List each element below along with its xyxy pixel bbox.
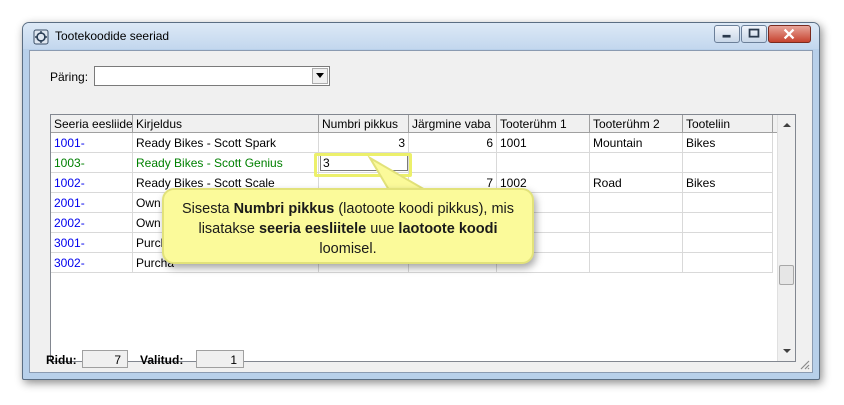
query-dropdown[interactable] [94,66,330,86]
rows-count-value: 7 [82,350,128,368]
table-cell-len[interactable]: 3 [319,133,409,153]
table-cell-line[interactable] [683,233,773,253]
table-cell-line[interactable]: Bikes [683,173,773,193]
table-cell-next[interactable]: 6 [409,133,497,153]
column-header-prefix[interactable]: Seeria eesliide [51,115,133,133]
callout-bold-2: seeria eesliitele [258,221,367,237]
table-cell-g2[interactable] [590,193,683,213]
title-bar[interactable]: Tootekoodide seeriad [23,23,819,49]
column-header-product-group-2[interactable]: Tooterühm 2 [590,115,683,133]
table-cell-line[interactable] [683,153,773,173]
table-cell-line[interactable]: Bikes [683,133,773,153]
table-cell-prefix[interactable]: 1001- [51,133,133,153]
scrollbar-thumb[interactable] [779,265,794,285]
table-cell-g2[interactable]: Mountain [590,133,683,153]
maximize-button[interactable] [741,25,767,43]
close-icon [783,28,795,40]
callout-bold-1: Numbri pikkus [233,201,335,217]
table-cell-prefix[interactable]: 3001- [51,233,133,253]
table-cell-g2[interactable] [590,153,683,173]
table-cell-g2[interactable] [590,213,683,233]
callout-text-3: uue [366,221,399,237]
resize-grip-icon[interactable] [798,358,810,370]
table-cell-prefix[interactable]: 2002- [51,213,133,233]
query-label: Päring: [50,70,89,84]
callout-bold-3: laotoote koodi [398,221,498,237]
column-header-number-length[interactable]: Numbri pikkus [319,115,409,133]
column-header-product-group-1[interactable]: Tooterühm 1 [497,115,590,133]
table-cell-prefix[interactable]: 1003- [51,153,133,173]
close-button[interactable] [768,25,811,43]
minimize-button[interactable] [714,25,740,43]
scroll-up-icon[interactable] [782,120,792,130]
table-cell-line[interactable] [683,213,773,233]
minimize-icon [722,34,731,38]
selected-count-value: 1 [196,350,244,368]
table-cell-prefix[interactable]: 3002- [51,253,133,273]
table-cell-prefix[interactable]: 2001- [51,193,133,213]
table-cell-g2[interactable]: Road [590,173,683,193]
table-cell-line[interactable] [683,253,773,273]
table-cell-g1[interactable]: 1001 [497,133,590,153]
column-header-product-line[interactable]: Tooteliin [683,115,773,133]
table-cell-desc[interactable]: Ready Bikes - Scott Spark [133,133,319,153]
status-bar: Ridu: 7 Valitud: 1 [30,348,812,372]
rows-count-label: Ridu: [46,353,77,367]
table-row[interactable]: 1001- Ready Bikes - Scott Spark 3 6 1001 Moun… [51,133,777,153]
app-icon [33,29,49,45]
grid-header: Seeria eesliide Kirjeldus Numbri pikkus … [51,115,777,133]
chevron-down-icon [316,73,324,78]
instruction-callout: Sisesta Numbri pikkus (laotoote koodi pi… [162,188,534,264]
callout-text-1: Sisesta [181,201,234,217]
table-cell-g2[interactable] [590,253,683,273]
selected-count-label: Valitud: [140,353,184,367]
table-cell-g1[interactable] [497,153,590,173]
table-cell-g2[interactable] [590,233,683,253]
callout-text-4: loomisel. [319,241,377,257]
vertical-scrollbar[interactable] [777,115,795,361]
maximize-icon [748,28,760,38]
column-header-next-free[interactable]: Järgmine vaba [409,115,497,133]
table-cell-line[interactable] [683,193,773,213]
window-title: Tootekoodide seeriad [55,29,170,43]
query-dropdown-button[interactable] [312,68,328,84]
table-cell-prefix[interactable]: 1002- [51,173,133,193]
column-header-description[interactable]: Kirjeldus [133,115,319,133]
table-cell-desc[interactable]: Ready Bikes - Scott Genius [133,153,319,173]
